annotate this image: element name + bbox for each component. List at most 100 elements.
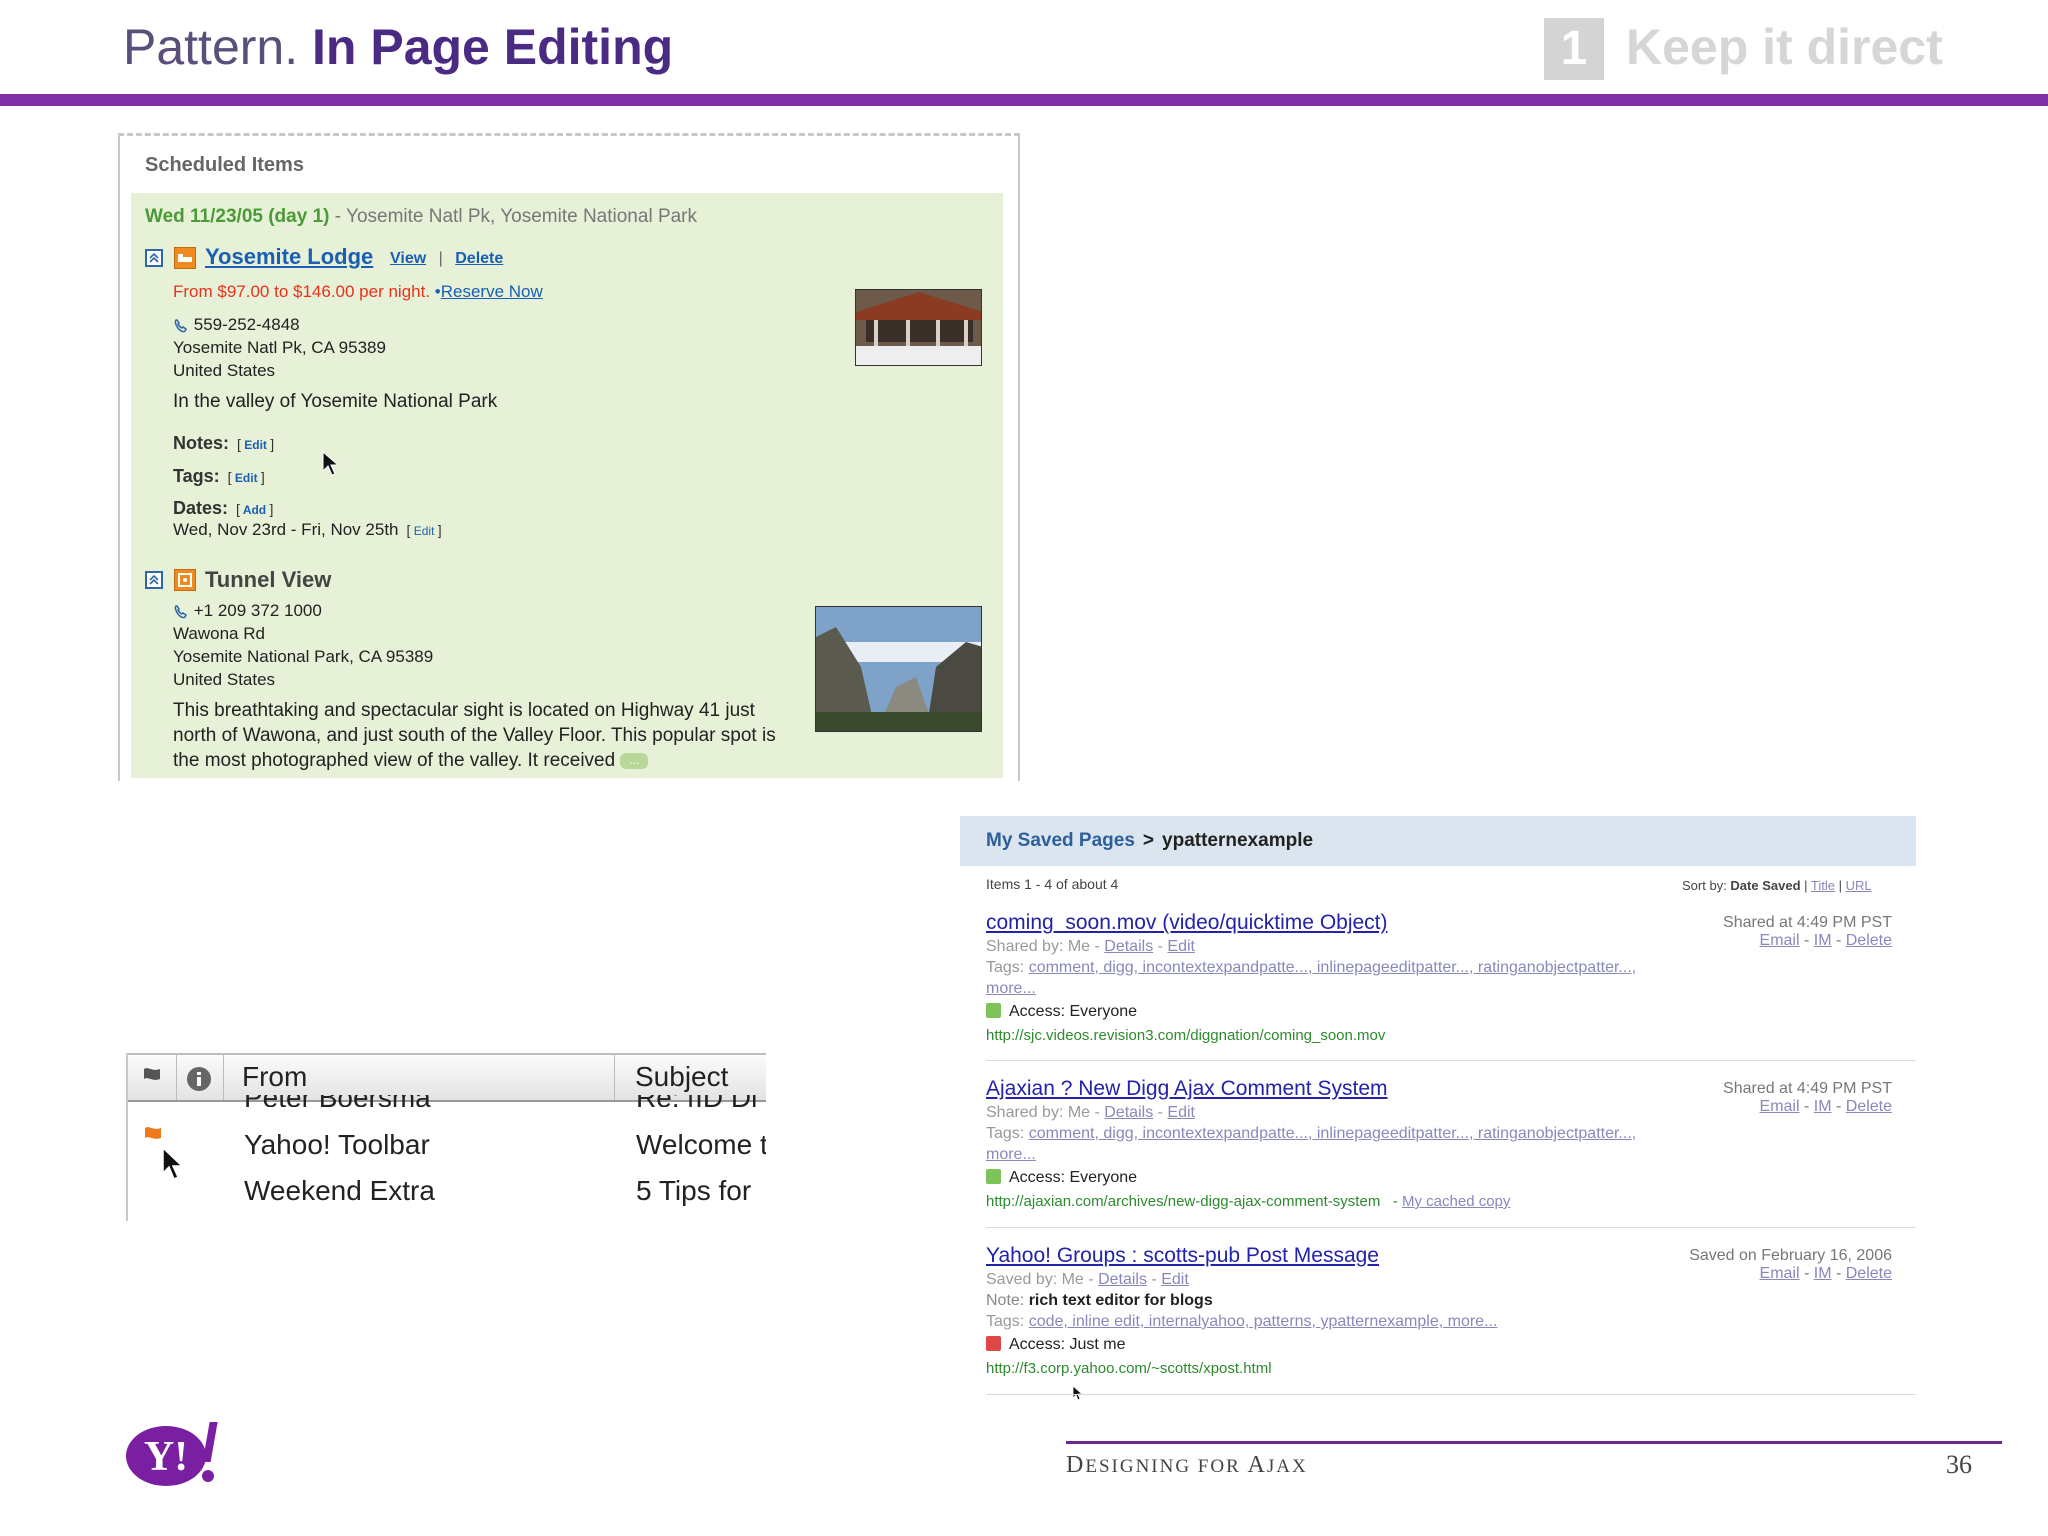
mouse-cursor-icon bbox=[322, 450, 340, 482]
view-link[interactable]: View bbox=[390, 250, 426, 267]
email-link[interactable]: Email bbox=[1760, 1098, 1800, 1115]
sort-title-link[interactable]: Title bbox=[1811, 878, 1835, 893]
mouse-cursor-icon bbox=[1072, 1385, 1084, 1406]
sort-date-saved: Date Saved bbox=[1730, 878, 1801, 893]
date-range-edit-link[interactable]: Edit bbox=[414, 524, 435, 538]
email-link[interactable]: Email bbox=[1760, 932, 1800, 949]
subject-column-header[interactable]: Subject bbox=[635, 1061, 728, 1093]
saved-page-note: Note: rich text editor for blogs bbox=[986, 1292, 1213, 1309]
notes-field: Notes:[ Edit ] bbox=[173, 433, 275, 453]
sort-url-link[interactable]: URL bbox=[1846, 878, 1872, 893]
saved-page-url: http://f3.corp.yahoo.com/~scotts/xpost.h… bbox=[986, 1360, 1272, 1377]
details-link[interactable]: Details bbox=[1104, 938, 1153, 955]
lodge-city: Yosemite Natl Pk, CA 95389 bbox=[173, 338, 386, 357]
saved-page-title[interactable]: coming_soon.mov (video/quicktime Object) bbox=[986, 911, 1388, 935]
step-number-badge: 1 bbox=[1544, 18, 1604, 80]
dates-field: Dates:[ Add ] bbox=[173, 498, 274, 518]
phone-icon bbox=[174, 604, 187, 618]
tunnel-country: United States bbox=[173, 670, 276, 689]
footer-divider bbox=[1066, 1441, 2002, 1444]
tunnel-description: This breathtaking and spectacular sight … bbox=[173, 700, 776, 771]
access-private-icon bbox=[986, 1336, 1001, 1351]
collapse-icon[interactable] bbox=[145, 571, 163, 589]
email-row[interactable]: Peter Boersma bbox=[244, 1095, 431, 1107]
notes-edit-link[interactable]: Edit bbox=[244, 438, 267, 452]
details-link[interactable]: Details bbox=[1098, 1271, 1147, 1288]
saved-page-tags: Tags: comment, digg, incontextexpandpatt… bbox=[986, 959, 1637, 976]
yahoo-logo: Y! bbox=[126, 1420, 236, 1493]
tunnel-title[interactable]: Tunnel View bbox=[205, 567, 331, 593]
shared-time: Shared at 4:49 PM PST bbox=[1723, 914, 1892, 931]
header-divider bbox=[0, 94, 2048, 106]
tag-links[interactable]: comment, digg, incontextexpandpatte..., … bbox=[1029, 1125, 1637, 1142]
saved-page-title[interactable]: Ajaxian ? New Digg Ajax Comment System bbox=[986, 1077, 1388, 1101]
saved-page-url: http://ajaxian.com/archives/new-digg-aja… bbox=[986, 1193, 1511, 1210]
result-divider bbox=[986, 1394, 1916, 1395]
more-tags-link[interactable]: more... bbox=[986, 980, 1036, 998]
email-subject: Re: [ID Di bbox=[636, 1095, 757, 1107]
tunnel-address: +1 209 372 1000 Wawona Rd Yosemite Natio… bbox=[173, 599, 433, 691]
slide-title-pattern: In Page Editing bbox=[312, 19, 674, 75]
lodge-actions: View | Delete bbox=[390, 250, 504, 267]
im-link[interactable]: IM bbox=[1814, 1098, 1832, 1115]
hotel-icon bbox=[174, 247, 196, 269]
edit-link[interactable]: Edit bbox=[1167, 938, 1195, 955]
tag-links[interactable]: code, inline edit, internalyahoo, patter… bbox=[1029, 1313, 1498, 1330]
tunnel-photo bbox=[815, 606, 982, 732]
dates-add-link[interactable]: Add bbox=[243, 503, 266, 517]
saved-page-actions: Shared at 4:49 PM PST Email - IM - Delet… bbox=[1620, 1080, 1892, 1116]
im-link[interactable]: IM bbox=[1814, 1265, 1832, 1282]
lodge-title[interactable]: Yosemite Lodge bbox=[205, 244, 373, 270]
saved-page-title[interactable]: Yahoo! Groups : scotts-pub Post Message bbox=[986, 1244, 1379, 1268]
day-location: - Yosemite Natl Pk, Yosemite National Pa… bbox=[329, 206, 698, 227]
landmark-icon bbox=[174, 569, 196, 591]
flag-column-icon bbox=[144, 1068, 160, 1089]
flag-icon[interactable] bbox=[142, 1125, 164, 1149]
breadcrumb-home[interactable]: My Saved Pages bbox=[986, 830, 1135, 851]
email-from[interactable]: Weekend Extra bbox=[244, 1175, 435, 1207]
saved-page-actions: Saved on February 16, 2006 Email - IM - … bbox=[1620, 1247, 1892, 1283]
collapse-icon[interactable] bbox=[145, 249, 163, 267]
tunnel-street: Wawona Rd bbox=[173, 624, 265, 643]
lodge-description: In the valley of Yosemite National Park bbox=[173, 391, 498, 412]
email-subject[interactable]: 5 Tips for bbox=[636, 1175, 751, 1207]
cached-copy-link[interactable]: My cached copy bbox=[1402, 1193, 1510, 1210]
tunnel-city: Yosemite National Park, CA 95389 bbox=[173, 647, 434, 666]
day-label: Wed 11/23/05 (day 1) bbox=[145, 206, 330, 227]
email-from[interactable]: Yahoo! Toolbar bbox=[244, 1129, 430, 1161]
reserve-now-link[interactable]: Reserve Now bbox=[441, 282, 543, 301]
slide-title: Pattern. In Page Editing bbox=[123, 18, 673, 76]
svg-text:Y!: Y! bbox=[144, 1434, 188, 1480]
shared-time: Shared at 4:49 PM PST bbox=[1723, 1080, 1892, 1097]
delete-link[interactable]: Delete bbox=[1846, 1265, 1892, 1282]
tags-edit-link[interactable]: Edit bbox=[235, 471, 258, 485]
scheduled-items-heading: Scheduled Items bbox=[145, 154, 304, 176]
phone-icon bbox=[174, 318, 187, 332]
tunnel-phone: +1 209 372 1000 bbox=[193, 601, 322, 620]
more-tags-link[interactable]: more... bbox=[986, 1146, 1036, 1164]
email-from: Peter Boersma bbox=[244, 1095, 431, 1107]
tag-links[interactable]: comment, digg, incontextexpandpatte..., … bbox=[1029, 959, 1637, 976]
im-link[interactable]: IM bbox=[1814, 932, 1832, 949]
email-link[interactable]: Email bbox=[1760, 1265, 1800, 1282]
lodge-address: 559-252-4848 Yosemite Natl Pk, CA 95389 … bbox=[173, 313, 386, 382]
saved-page-meta: Shared by: Me - Details - Edit bbox=[986, 1104, 1195, 1121]
edit-link[interactable]: Edit bbox=[1161, 1271, 1189, 1288]
saved-page-meta: Shared by: Me - Details - Edit bbox=[986, 938, 1195, 955]
edit-link[interactable]: Edit bbox=[1167, 1104, 1195, 1121]
delete-link[interactable]: Delete bbox=[455, 250, 503, 267]
email-subject[interactable]: Welcome t bbox=[636, 1129, 766, 1161]
from-column-header[interactable]: From bbox=[242, 1061, 307, 1093]
tags-field: Tags:[ Edit ] bbox=[173, 466, 265, 486]
access-status: Access: Everyone bbox=[986, 1169, 1137, 1187]
page-number: 36 bbox=[1946, 1450, 1972, 1479]
email-list: From Subject Peter Boersma Re: [ID Di Ya… bbox=[126, 1053, 766, 1221]
saved-page-url: http://sjc.videos.revision3.com/diggnati… bbox=[986, 1027, 1386, 1044]
saved-page-actions: Shared at 4:49 PM PST Email - IM - Delet… bbox=[1620, 914, 1892, 950]
details-link[interactable]: Details bbox=[1104, 1104, 1153, 1121]
access-everyone-icon bbox=[986, 1169, 1001, 1184]
more-badge[interactable]: ... bbox=[620, 752, 649, 769]
lodge-country: United States bbox=[173, 361, 276, 380]
delete-link[interactable]: Delete bbox=[1846, 932, 1892, 949]
delete-link[interactable]: Delete bbox=[1846, 1098, 1892, 1115]
